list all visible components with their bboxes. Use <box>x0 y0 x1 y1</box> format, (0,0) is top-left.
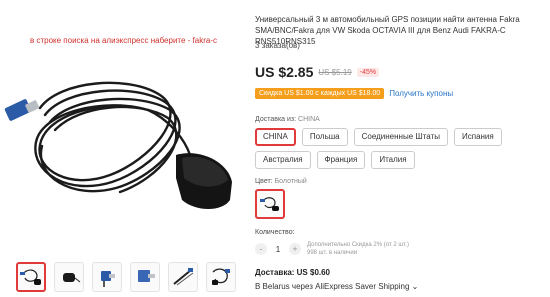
quantity-plus-button[interactable]: + <box>289 243 301 255</box>
thumbnail-strip <box>16 262 236 292</box>
quantity-info: Дополнительно Скидка 2% (от 2 шт.) 998 ш… <box>307 241 409 257</box>
ship-from-option-spain[interactable]: Испания <box>453 128 502 146</box>
ship-from-option-italy[interactable]: Италия <box>371 151 415 169</box>
quantity-stepper: - 1 + Дополнительно Скидка 2% (от 2 шт.)… <box>255 241 409 257</box>
thumbnail-fakra-connector-blue[interactable] <box>130 262 160 292</box>
ship-from-options-row-1: CHINA Польша Соединенные Штаты Испания <box>255 128 502 146</box>
ship-from-options-row-2: Австралия Франция Италия <box>255 151 415 169</box>
ship-from-label: Доставка из: CHINA <box>255 116 320 123</box>
current-price: US $2.85 <box>255 64 314 80</box>
thumbnail-fakra-connector[interactable] <box>92 262 122 292</box>
coupon-badge: Скидка US $1.00 с каждых US $18.00 <box>255 88 385 99</box>
quantity-minus-button[interactable]: - <box>255 243 267 255</box>
promo-note: в строке поиска на алиэкспресс наберите … <box>30 36 218 45</box>
product-gallery: в строке поиска на алиэкспресс наберите … <box>0 0 248 297</box>
price-row: US $2.85 US $5.19 -45% <box>255 64 380 80</box>
old-price: US $5.19 <box>318 67 352 77</box>
orders-count: 3 заказа(ов) <box>255 41 300 50</box>
main-product-image[interactable] <box>0 50 248 255</box>
thumbnail-antenna-kit[interactable] <box>206 262 236 292</box>
color-selected-value: Болотный <box>274 178 307 185</box>
ship-from-option-australia[interactable]: Австралия <box>255 151 311 169</box>
color-swatch-selected[interactable] <box>255 189 285 219</box>
color-label-text: Цвет: <box>255 178 275 185</box>
ship-from-selected-value: CHINA <box>298 116 320 123</box>
ship-from-label-text: Доставка из: <box>255 116 299 123</box>
quantity-value[interactable]: 1 <box>273 245 283 254</box>
color-label: Цвет: Болотный <box>255 178 307 185</box>
quantity-extra-discount: Дополнительно Скидка 2% (от 2 шт.) <box>307 242 409 248</box>
delivery-cost: Доставка: US $0.60 <box>255 268 331 277</box>
delivery-route-dropdown[interactable]: В Belarus через AliExpress Saver Shippin… <box>255 282 418 291</box>
get-coupons-link[interactable]: Получить купоны <box>389 89 453 98</box>
ship-from-option-france[interactable]: Франция <box>316 151 366 169</box>
quantity-in-stock: 998 шт. в наличии <box>307 250 358 256</box>
product-info-panel: Универсальный 3 м автомобильный GPS пози… <box>255 0 550 297</box>
thumbnail-gps-antenna[interactable] <box>16 262 46 292</box>
thumbnail-gps-antenna-small[interactable] <box>54 262 84 292</box>
ship-from-option-poland[interactable]: Польша <box>301 128 348 146</box>
discount-badge: -45% <box>356 67 380 77</box>
ship-from-option-usa[interactable]: Соединенные Штаты <box>353 128 448 146</box>
ship-from-option-china[interactable]: CHINA <box>255 128 296 146</box>
coupon-row: Скидка US $1.00 с каждых US $18.00 Получ… <box>255 88 453 99</box>
thumbnail-cable-coil[interactable] <box>168 262 198 292</box>
quantity-label: Количество: <box>255 229 295 236</box>
